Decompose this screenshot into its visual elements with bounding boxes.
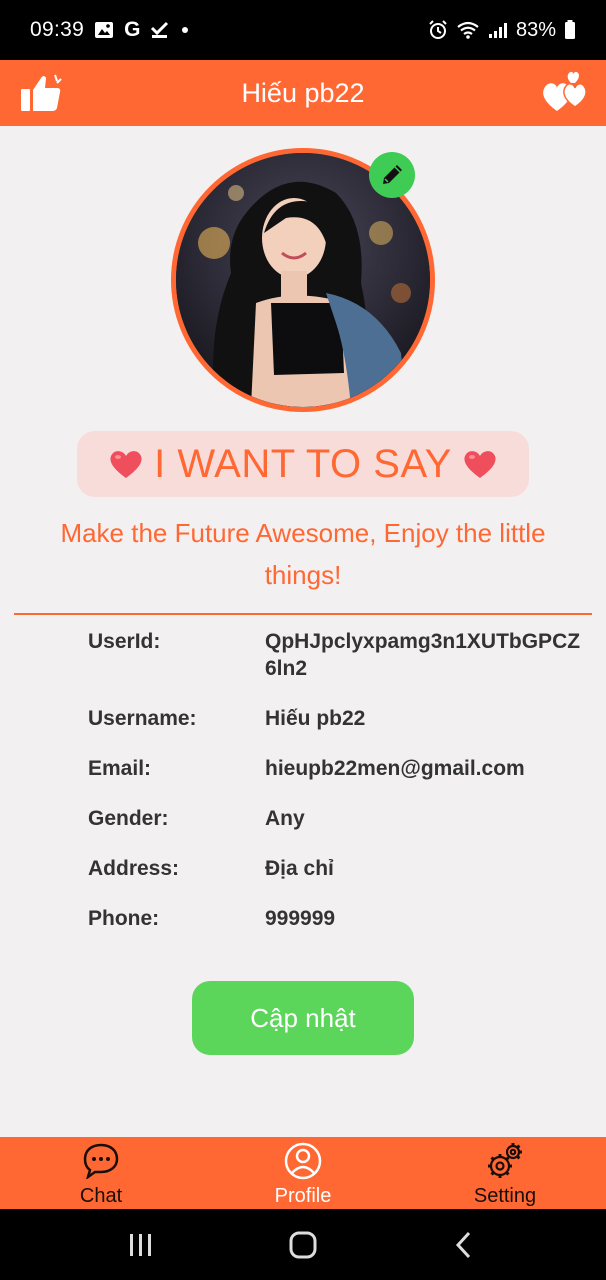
nav-label-profile: Profile [274, 1185, 332, 1207]
info-row-phone: Phone: 999999 [88, 905, 588, 932]
task-check-icon [150, 21, 170, 39]
nav-label-setting: Setting [473, 1185, 537, 1207]
info-label: Address: [88, 857, 180, 880]
profile-quote: Make the Future Awesome, Enjoy the littl… [60, 518, 546, 590]
signal-icon [488, 21, 508, 39]
status-bar: 09:39 G 83% [0, 0, 606, 60]
info-row-gender: Gender: Any [88, 805, 588, 832]
info-value: QpHJpclyxpamg3n1XUTbGPCZ6ln2 [265, 630, 581, 680]
info-row-email: Email: hieupb22men@gmail.com [88, 755, 588, 782]
nav-label-chat: Chat [79, 1185, 123, 1207]
dot-icon [180, 25, 190, 35]
info-label: Gender: [88, 807, 169, 830]
recent-apps-icon[interactable] [111, 1215, 171, 1275]
alarm-icon [428, 20, 448, 40]
say-banner: I WANT TO SAY [77, 431, 529, 497]
profile-info: UserId: QpHJpclyxpamg3n1XUTbGPCZ6ln2 Use… [88, 628, 588, 955]
info-label: Phone: [88, 907, 160, 930]
nav-item-chat[interactable]: Chat [0, 1137, 202, 1209]
pencil-icon [379, 162, 405, 188]
info-value: Địa chỉ [265, 857, 334, 880]
page-title: Hiếu pb22 [241, 77, 365, 108]
back-icon[interactable] [435, 1215, 495, 1275]
edit-profile-button[interactable] [369, 152, 415, 198]
info-row-userid: UserId: QpHJpclyxpamg3n1XUTbGPCZ6ln2 [88, 628, 588, 682]
chat-icon [81, 1141, 121, 1181]
bottom-nav: Chat Profile Setting [0, 1137, 606, 1209]
thumbs-up-icon[interactable] [16, 68, 66, 118]
info-label: Email: [88, 757, 152, 780]
nav-item-setting[interactable]: Setting [404, 1137, 606, 1209]
image-icon [94, 21, 114, 39]
hearts-icon[interactable] [540, 68, 590, 118]
info-label: UserId: [88, 630, 161, 653]
status-time: 09:39 [30, 18, 85, 41]
info-value: Any [265, 807, 305, 830]
wifi-icon [456, 20, 480, 40]
divider [14, 613, 592, 615]
home-icon[interactable] [273, 1215, 333, 1275]
info-label: Username: [88, 707, 197, 730]
profile-icon [283, 1141, 323, 1181]
info-row-username: Username: Hiếu pb22 [88, 705, 588, 732]
info-value: hieupb22men@gmail.com [265, 757, 525, 780]
info-value: Hiếu pb22 [265, 707, 366, 730]
heart-icon [462, 448, 498, 480]
app-header: Hiếu pb22 [0, 60, 606, 126]
say-title: I WANT TO SAY [154, 441, 452, 486]
gear-icon [485, 1141, 525, 1181]
nav-item-profile[interactable]: Profile [202, 1137, 404, 1209]
info-row-address: Address: Địa chỉ [88, 855, 588, 882]
battery-percent: 83% [515, 18, 556, 41]
battery-icon [564, 20, 576, 40]
heart-icon [108, 448, 144, 480]
google-icon: G [124, 18, 141, 41]
system-nav-bar [0, 1209, 606, 1280]
info-value: 999999 [265, 907, 336, 930]
update-button[interactable]: Cập nhật [192, 981, 414, 1055]
